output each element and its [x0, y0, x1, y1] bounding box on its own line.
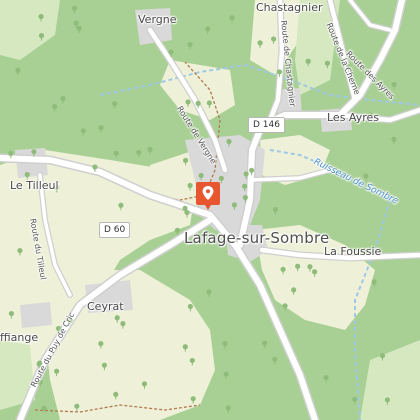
built-area — [20, 302, 52, 328]
village-label-la-foussie[interactable]: La Foussie — [324, 246, 381, 257]
marker-graphic — [196, 182, 220, 210]
marker-pin-hole — [206, 189, 210, 194]
road-shield-d60: D 60 — [99, 222, 131, 238]
village-label-les-ayres[interactable]: Les Ayres — [327, 112, 379, 123]
map-pin-icon[interactable] — [195, 181, 221, 211]
village-label-ceyrat[interactable]: Ceyrat — [87, 301, 124, 312]
village-label-le-tilleul[interactable]: Le Tilleul — [10, 180, 59, 191]
road-shield-d146: D 146 — [248, 117, 285, 133]
map-view[interactable]: Vergne Chastagnier Les Ayres Le Tilleul … — [0, 0, 420, 420]
village-label-affiange[interactable]: ffiange — [0, 332, 38, 343]
village-label-vergne[interactable]: Vergne — [138, 14, 177, 25]
town-label-lafage-sur-sombre[interactable]: Lafage-sur-Sombre — [184, 230, 329, 246]
village-label-chastagnier[interactable]: Chastagnier — [256, 2, 322, 13]
